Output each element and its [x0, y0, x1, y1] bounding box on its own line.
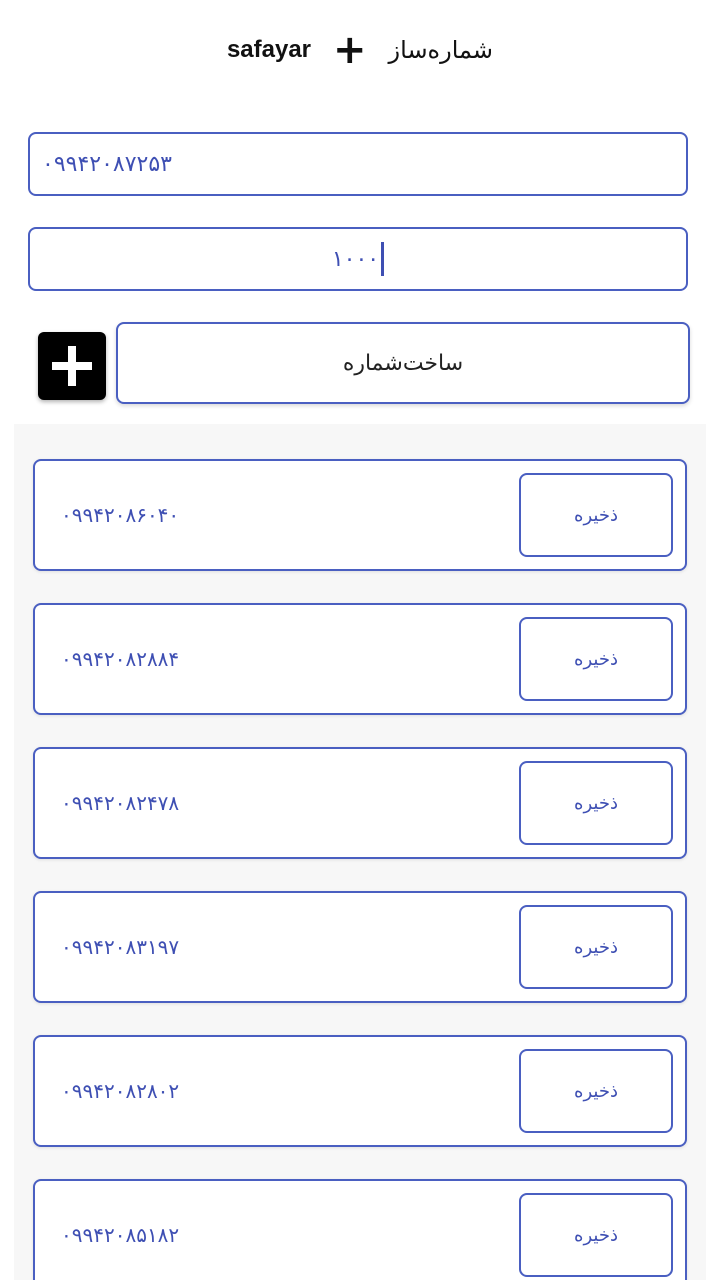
- save-button[interactable]: ذخیره: [519, 1049, 673, 1133]
- app-header: safayar + شماره‌ساز: [0, 0, 720, 100]
- phone-number: ۰۹۹۴۲۰۸۲۸۰۲: [61, 1079, 180, 1103]
- app-title: شماره‌ساز: [388, 36, 494, 64]
- save-button[interactable]: ذخیره: [519, 617, 673, 701]
- list-item: ۰۹۹۴۲۰۸۵۱۸۲ ذخیره: [33, 1179, 687, 1280]
- save-button[interactable]: ذخیره: [519, 473, 673, 557]
- phone-number: ۰۹۹۴۲۰۸۳۱۹۷: [61, 935, 180, 959]
- list-item: ۰۹۹۴۲۰۸۲۸۸۴ ذخیره: [33, 603, 687, 715]
- list-item: ۰۹۹۴۲۰۸۶۰۴۰ ذخیره: [33, 459, 687, 571]
- plus-icon: +: [333, 27, 367, 73]
- generate-numbers-button[interactable]: ساخت‌شماره: [116, 322, 690, 404]
- count-value: ۱۰۰۰: [331, 246, 380, 272]
- save-button[interactable]: ذخیره: [519, 1193, 673, 1277]
- start-number-value: ۰۹۹۴۲۰۸۷۲۵۳: [42, 151, 172, 177]
- save-button-label: ذخیره: [574, 504, 618, 526]
- save-button-label: ذخیره: [574, 936, 618, 958]
- add-button[interactable]: [38, 332, 106, 400]
- save-button[interactable]: ذخیره: [519, 905, 673, 989]
- phone-number: ۰۹۹۴۲۰۸۶۰۴۰: [61, 503, 180, 527]
- results-list[interactable]: ۰۹۹۴۲۰۸۶۰۴۰ ذخیره ۰۹۹۴۲۰۸۲۸۸۴ ذخیره ۰۹۹۴…: [14, 424, 706, 1280]
- phone-number: ۰۹۹۴۲۰۸۵۱۸۲: [61, 1223, 180, 1247]
- save-button-label: ذخیره: [574, 792, 618, 814]
- list-item: ۰۹۹۴۲۰۸۲۸۰۲ ذخیره: [33, 1035, 687, 1147]
- start-number-input[interactable]: ۰۹۹۴۲۰۸۷۲۵۳: [28, 132, 688, 196]
- text-cursor: [381, 242, 385, 276]
- save-button-label: ذخیره: [574, 1080, 618, 1102]
- save-button-label: ذخیره: [574, 648, 618, 670]
- list-item: ۰۹۹۴۲۰۸۲۴۷۸ ذخیره: [33, 747, 687, 859]
- save-button-label: ذخیره: [574, 1224, 618, 1246]
- count-input[interactable]: ۱۰۰۰: [28, 227, 688, 291]
- save-button[interactable]: ذخیره: [519, 761, 673, 845]
- phone-number: ۰۹۹۴۲۰۸۲۸۸۴: [61, 647, 180, 671]
- list-item: ۰۹۹۴۲۰۸۳۱۹۷ ذخیره: [33, 891, 687, 1003]
- phone-number: ۰۹۹۴۲۰۸۲۴۷۸: [61, 791, 180, 815]
- brand-name: safayar: [226, 36, 312, 63]
- generate-button-label: ساخت‌شماره: [342, 350, 464, 376]
